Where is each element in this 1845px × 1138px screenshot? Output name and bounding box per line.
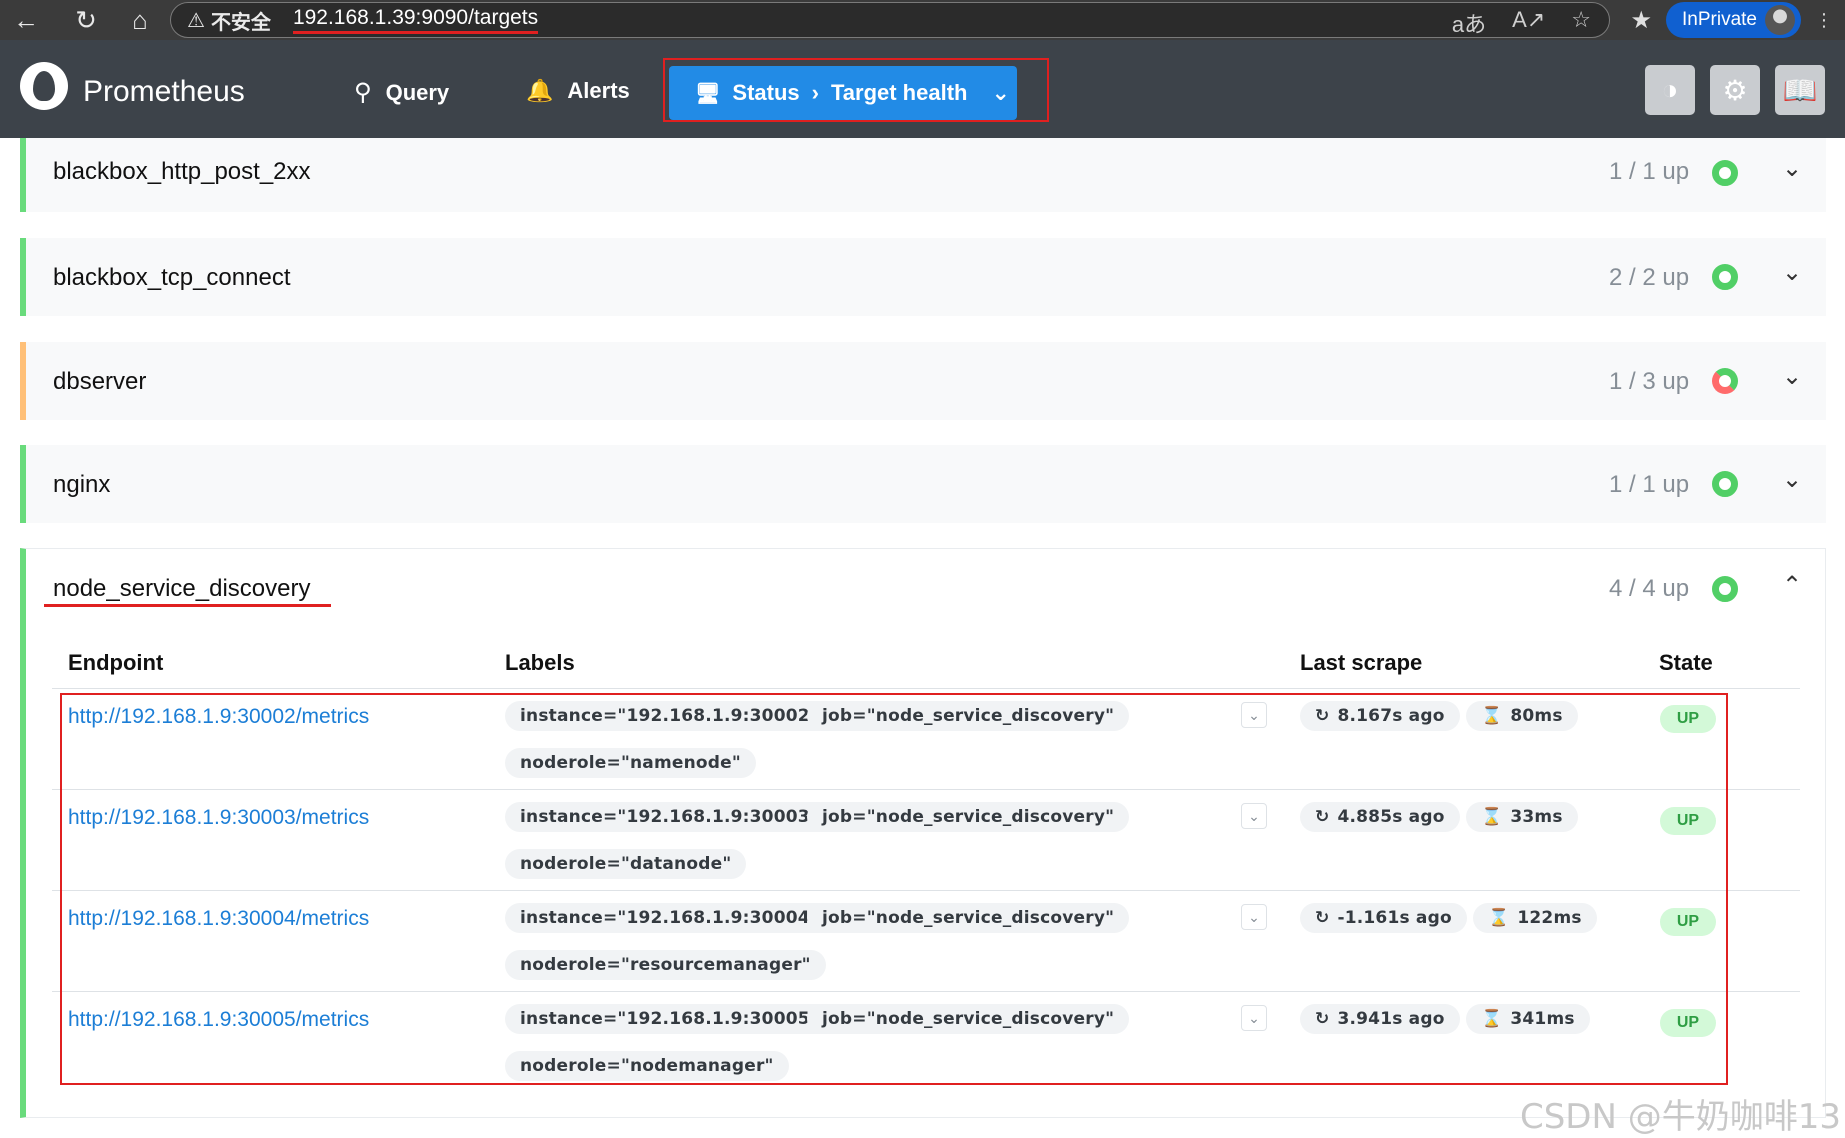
job-panel-dbserver[interactable]: dbserver 1 / 3 up ⌄: [20, 342, 1826, 420]
job-up-count: 1 / 3 up: [1609, 368, 1690, 395]
refresh-icon[interactable]: ↻: [66, 2, 106, 38]
nav-query-label: Query: [385, 79, 450, 105]
avatar: [1765, 5, 1795, 35]
favorite-star-icon[interactable]: ☆: [1571, 7, 1591, 39]
search-icon: ⚲: [354, 79, 372, 106]
column-header-endpoint: Endpoint: [68, 650, 164, 675]
read-aloud-icon[interactable]: A↗: [1512, 7, 1545, 39]
column-header-labels: Labels: [505, 650, 575, 675]
nav-query[interactable]: ⚲ Query: [354, 78, 449, 107]
job-panel-blackbox-tcp-connect[interactable]: blackbox_tcp_connect 2 / 2 up ⌄: [20, 238, 1826, 316]
prometheus-logo-icon[interactable]: [20, 62, 68, 110]
job-up-count: 1 / 1 up: [1609, 471, 1690, 498]
chevron-down-icon[interactable]: ⌄: [1782, 465, 1802, 494]
inprivate-label: InPrivate: [1682, 9, 1757, 30]
browser-toolbar: ← ↻ ⌂ ⚠ 不安全 192.168.1.39:9090/targets aあ…: [0, 0, 1845, 40]
nav-alerts[interactable]: 🔔 Alerts: [526, 78, 630, 104]
security-label: 不安全: [210, 11, 271, 34]
translate-icon[interactable]: aあ: [1452, 7, 1486, 39]
job-name[interactable]: node_service_discovery: [53, 575, 310, 603]
job-up-count: 1 / 1 up: [1609, 158, 1690, 185]
job-up-count: 2 / 2 up: [1609, 264, 1690, 291]
health-ring-icon: [1712, 368, 1738, 394]
inprivate-button[interactable]: InPrivate: [1666, 2, 1801, 38]
chevron-up-icon[interactable]: ⌃: [1782, 571, 1802, 600]
column-header-state: State: [1659, 650, 1713, 675]
chevron-down-icon[interactable]: ⌄: [1782, 258, 1802, 287]
health-ring-icon: [1712, 160, 1738, 186]
job-panel-blackbox-http-post-2xx[interactable]: blackbox_http_post_2xx 1 / 1 up ⌄: [20, 138, 1826, 212]
chevron-down-icon[interactable]: ⌄: [1782, 362, 1802, 391]
status-highlight-box: [663, 58, 1049, 122]
address-bar[interactable]: ⚠ 不安全 192.168.1.39:9090/targets aあ A↗ ☆: [170, 2, 1610, 38]
app-header: Prometheus ⚲ Query 🔔 Alerts 🖥 Status › T…: [0, 40, 1845, 138]
back-icon[interactable]: ←: [6, 2, 46, 38]
nav-alerts-label: Alerts: [567, 78, 630, 103]
job-name: blackbox_tcp_connect: [53, 264, 291, 291]
job-panel-nginx[interactable]: nginx 1 / 1 up ⌄: [20, 445, 1826, 523]
job-name: nginx: [53, 471, 111, 498]
column-header-last-scrape: Last scrape: [1300, 650, 1423, 675]
job-name: dbserver: [53, 368, 147, 395]
watermark: CSDN @牛奶咖啡13: [1519, 1097, 1841, 1137]
more-icon[interactable]: ⋮: [1815, 10, 1833, 31]
job-up-count: 4 / 4 up: [1609, 575, 1690, 602]
rows-highlight-box: [60, 693, 1728, 1085]
health-ring-icon: [1712, 576, 1738, 602]
docs-book-icon[interactable]: 📖: [1775, 65, 1825, 115]
home-icon[interactable]: ⌂: [120, 2, 160, 38]
job-name: blackbox_http_post_2xx: [53, 158, 311, 185]
job-name-highlight-underline: [44, 604, 331, 607]
settings-gear-icon[interactable]: ⚙: [1710, 65, 1760, 115]
health-ring-icon: [1712, 264, 1738, 290]
bell-icon: 🔔: [526, 78, 554, 103]
brand-name[interactable]: Prometheus: [83, 75, 245, 109]
health-ring-icon: [1712, 471, 1738, 497]
url-text[interactable]: 192.168.1.39:9090/targets: [292, 6, 539, 34]
chevron-down-icon[interactable]: ⌄: [1782, 154, 1802, 183]
theme-toggle-icon[interactable]: ◑: [1645, 65, 1695, 115]
warning-icon: ⚠: [187, 9, 205, 32]
favorites-icon[interactable]: ★: [1631, 6, 1653, 35]
table-header-divider: [52, 688, 1800, 689]
